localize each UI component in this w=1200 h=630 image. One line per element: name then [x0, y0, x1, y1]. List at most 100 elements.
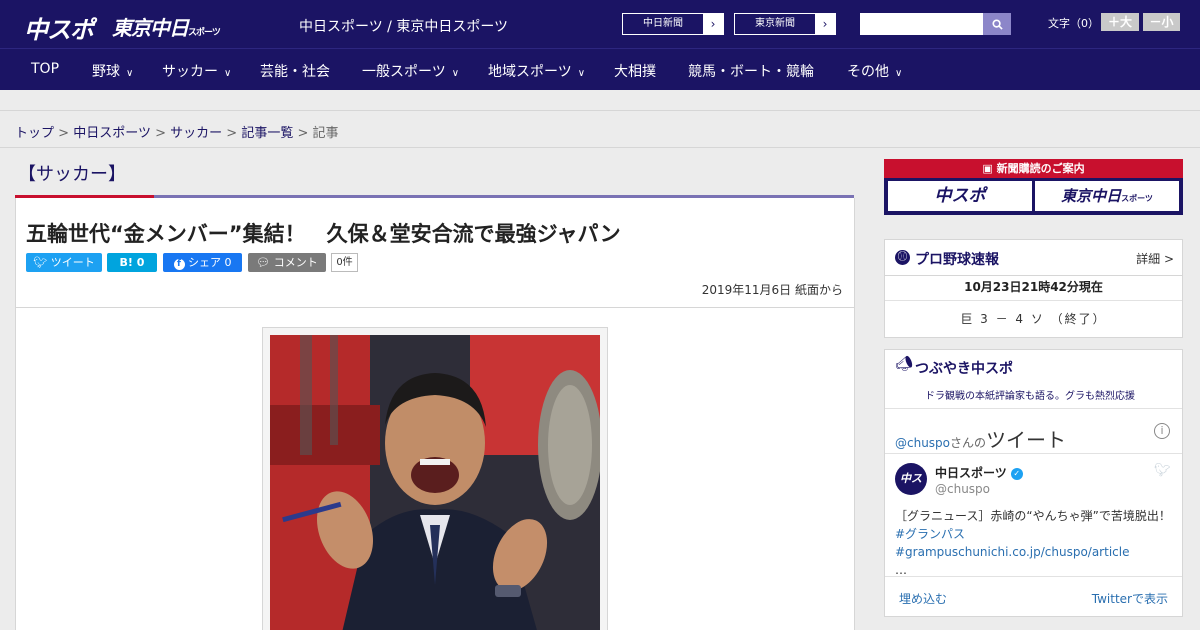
search-input[interactable] [860, 13, 984, 35]
nav-label: 芸能・社会 [260, 64, 330, 80]
nav-label: 競馬・ボート・競輪 [688, 64, 814, 80]
verified-badge-icon: ✓ [1010, 467, 1023, 480]
nav-entertainment[interactable]: 芸能・社会 [260, 61, 330, 81]
nav-label: 一般スポーツ [362, 64, 446, 80]
embed-link[interactable]: 埋め込む [899, 590, 947, 607]
main-nav: TOP 野球 ∨ サッカー ∨ 芸能・社会 一般スポーツ ∨ 地域スポーツ ∨ 大相撲 … [0, 48, 1200, 90]
breadcrumb-soccer[interactable]: サッカー [170, 126, 222, 141]
breadcrumb-separator: > [58, 126, 70, 141]
nav-label: サッカー [162, 64, 218, 80]
tokyo-shimbun-label: 東京新聞 [755, 18, 795, 29]
tweet-account-name[interactable]: 中日スポーツ ✓ [935, 464, 1023, 481]
chevron-down-icon: ∨ [224, 68, 232, 79]
facebook-share-button[interactable]: f シェア 0 [163, 253, 242, 272]
nav-label: TOP [31, 61, 60, 77]
comment-button[interactable]: 💬︎ コメント [248, 253, 326, 272]
article-title: 五輪世代“金メンバー”集結！ 久保＆堂安合流で最強ジャパン [26, 222, 621, 246]
font-smaller-button[interactable]: －小 [1143, 13, 1180, 31]
search-button[interactable] [983, 13, 1011, 35]
tokyo-chunichi-logo[interactable]: 東京中日スポーツ [112, 12, 221, 41]
breadcrumb-article-list[interactable]: 記事一覧 [241, 126, 293, 141]
twitter-card-title: つぶやき中スポ [915, 361, 1013, 377]
breadcrumb: トップ > 中日スポーツ > サッカー > 記事一覧 > 記事 [15, 122, 339, 141]
facebook-icon: f [173, 259, 185, 270]
nav-label: 大相撲 [614, 64, 656, 80]
nav-label: 野球 [92, 64, 120, 80]
nav-other[interactable]: その他 ∨ [847, 61, 902, 81]
timeline-tweet-word: ツイート [986, 428, 1067, 452]
article: 五輪世代“金メンバー”集結！ 久保＆堂安合流で最強ジャパン 🐦︎ ツイート B!… [15, 198, 855, 630]
tokyo-chunichi-logo-text: 東京中日 [112, 16, 189, 40]
tokyo-shimbun-link[interactable]: 東京新聞 › [734, 13, 836, 35]
divider [885, 576, 1182, 577]
subscription-chuspo-tile[interactable]: 中スポ [888, 181, 1032, 211]
subscription-tokyo-tile[interactable]: 東京中日スポーツ [1035, 181, 1179, 211]
chevron-down-icon: ∨ [895, 68, 903, 79]
subscription-title-text: 新聞購読のご案内 [996, 162, 1085, 175]
score-timestamp: 10月23日21時42分現在 [964, 280, 1103, 294]
breadcrumb-top[interactable]: トップ [15, 126, 54, 141]
tweet-text[interactable]: ［グラニュース］赤崎の“やんちゃ弾”で苦境脱出！ #グランパス #grampusc… [895, 507, 1175, 579]
baseball-score-card: ⚾︎ プロ野球速報 詳細 > 10月23日21時42分現在 巨 3 － 4 ソ … [884, 239, 1183, 338]
info-icon[interactable]: i [1154, 423, 1170, 439]
avatar[interactable]: 中スポ [895, 463, 927, 517]
tweet-account-name-text: 中日スポーツ [935, 466, 1007, 480]
nav-general-sports[interactable]: 一般スポーツ ∨ [362, 61, 459, 81]
tweet-hashtag[interactable]: #グランパス [895, 527, 965, 541]
search-icon [991, 19, 1003, 30]
baseball-icon: ⚾︎ [895, 250, 910, 265]
megaphone-icon: 📣︎ [895, 356, 913, 372]
nav-label: その他 [847, 64, 889, 80]
baseball-card-title: プロ野球速報 [915, 252, 999, 268]
subscription-title: ▣ 新聞購読のご案内 [884, 159, 1183, 178]
hatena-icon: B! [119, 256, 133, 269]
article-date: 2019年11月6日 紙面から [701, 283, 843, 297]
font-bigger-button[interactable]: ＋大 [1101, 13, 1139, 31]
comment-icon: 💬︎ [256, 256, 271, 269]
nav-top[interactable]: TOP [31, 61, 59, 77]
article-photo-frame [262, 327, 608, 630]
site-title[interactable]: 中日スポーツ / 東京中日スポーツ [299, 16, 508, 36]
nav-local-sports[interactable]: 地域スポーツ ∨ [488, 61, 585, 81]
breadcrumb-bar: トップ > 中日スポーツ > サッカー > 記事一覧 > 記事 [0, 110, 1200, 148]
baseball-detail-link[interactable]: 詳細 > [1136, 250, 1174, 267]
chuspo-logo[interactable]: 中スポ [24, 10, 94, 45]
nav-soccer[interactable]: サッカー ∨ [162, 61, 231, 81]
nav-racing[interactable]: 競馬・ボート・競輪 [688, 61, 814, 81]
breadcrumb-chunichi-sports[interactable]: 中日スポーツ [73, 126, 151, 141]
article-photo[interactable] [270, 335, 600, 630]
chunichi-shimbun-link[interactable]: 中日新聞 › [622, 13, 724, 35]
game-score[interactable]: 巨 3 － 4 ソ （終了） [885, 310, 1182, 327]
facebook-label: シェア [188, 256, 221, 269]
tweet-button[interactable]: 🐦︎ ツイート [26, 253, 102, 272]
breadcrumb-separator: > [226, 126, 238, 141]
twitter-card-subtitle: ドラ観戦の本紙評論家も語る。グラも熱烈応援 [925, 391, 1135, 402]
subscription-banner[interactable]: ▣ 新聞購読のご案内 中スポ 東京中日スポーツ [884, 159, 1183, 215]
twitter-bird-icon[interactable]: 🐦︎ [1154, 464, 1171, 478]
nav-label: 地域スポーツ [488, 64, 572, 80]
timeline-heading[interactable]: @chuspoさんのツイート [895, 424, 1066, 453]
twitter-timeline-header: @chuspoさんのツイート i [885, 408, 1182, 454]
nav-baseball[interactable]: 野球 ∨ [92, 61, 133, 81]
tweet-link[interactable]: #grampuschunichi.co.jp/chuspo/article [895, 545, 1129, 559]
view-on-twitter-link[interactable]: Twitterで表示 [1092, 590, 1168, 607]
baseball-card-header: ⚾︎ プロ野球速報 詳細 > [885, 240, 1182, 276]
nav-sumo[interactable]: 大相撲 [614, 61, 656, 81]
breadcrumb-separator: > [155, 126, 166, 141]
newspaper-icon: ▣ [982, 162, 997, 175]
comment-label: コメント [273, 256, 318, 269]
chevron-down-icon: ∨ [577, 68, 586, 79]
coach-photo-illustration [270, 335, 600, 630]
chunichi-shimbun-label: 中日新聞 [643, 18, 683, 29]
divider [16, 307, 854, 308]
tweet-account-id[interactable]: @chuspo [935, 482, 990, 496]
hatena-count: 0 [136, 256, 145, 269]
top-bar: 中スポ 東京中日スポーツ 中日スポーツ / 東京中日スポーツ 中日新聞 › 東京… [0, 0, 1200, 48]
timeline-handle[interactable]: @chuspo [895, 436, 950, 450]
chevron-down-icon: ∨ [126, 68, 134, 79]
hatena-bookmark-button[interactable]: B! 0 [107, 253, 157, 272]
tweet-label: ツイート [50, 256, 95, 269]
comment-count: 0件 [331, 253, 358, 272]
chevron-right-icon: › [815, 14, 835, 34]
breadcrumb-current: 記事 [312, 126, 339, 141]
